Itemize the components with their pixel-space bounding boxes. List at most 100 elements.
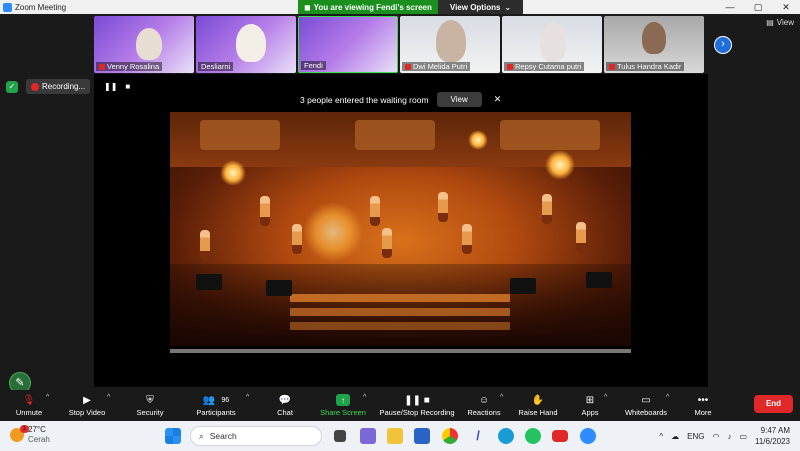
participant-gallery: Venny Rosalina Desliarni Fendi Dwi Melid…: [94, 16, 704, 73]
system-tray: ^ ☁ ENG ◠ ♪ ▭ 9:47 AM 11/6/2023: [659, 425, 790, 447]
youtube-icon[interactable]: [552, 430, 568, 442]
share-screen-icon: ↑: [336, 394, 350, 406]
share-options-caret[interactable]: ^: [363, 394, 366, 401]
participants-icon: 👥 96: [202, 394, 230, 406]
weather-badge: 1: [19, 425, 29, 433]
language-indicator[interactable]: ENG: [687, 432, 704, 441]
view-options-button[interactable]: View Options ⌄: [437, 0, 524, 14]
search-placeholder: Search: [209, 431, 237, 441]
edge-icon[interactable]: [498, 428, 514, 444]
pause-stop-recording-label: Pause/Stop Recording: [379, 408, 455, 417]
gallery-next-button[interactable]: ›: [714, 36, 732, 54]
more-label: More: [694, 408, 712, 417]
participant-name-tag: Fendi: [301, 61, 326, 70]
participant-tile[interactable]: Dwi Melida Putri: [400, 16, 500, 73]
participant-video: [436, 20, 466, 62]
wifi-icon[interactable]: ◠: [712, 432, 719, 441]
volume-icon[interactable]: ♪: [727, 432, 731, 441]
participants-count: 96: [221, 396, 230, 404]
more-button[interactable]: ••• More: [690, 390, 716, 421]
slash-app-icon[interactable]: /: [470, 428, 486, 444]
whiteboards-options-caret[interactable]: ^: [666, 394, 669, 401]
clock-date: 11/6/2023: [755, 437, 790, 446]
reactions-button[interactable]: ☺ Reactions: [466, 390, 502, 421]
dancer: [382, 228, 392, 258]
waiting-room-view-button[interactable]: View: [436, 92, 482, 107]
participants-options-caret[interactable]: ^: [246, 394, 249, 401]
stage-step: [290, 322, 510, 330]
weather-widget[interactable]: 1 27°C Cerah: [10, 425, 50, 445]
meeting-toolbar: 🎙 Unmute ^ ▶ Stop Video ^ ⛨ Security 👥 96…: [0, 390, 800, 421]
participant-name-tag: Dwi Melida Putri: [402, 62, 471, 71]
minimize-button[interactable]: —: [716, 0, 744, 14]
grid-icon: ▤: [766, 18, 774, 27]
recording-controls: ❚❚ ■: [104, 82, 130, 91]
apps-options-caret[interactable]: ^: [604, 394, 607, 401]
taskbar-search-box[interactable]: ⌕ Search: [190, 426, 322, 446]
shield-icon: ◼: [304, 2, 311, 12]
pause-stop-recording-button[interactable]: ❚❚ ■ Pause/Stop Recording: [378, 390, 456, 421]
dancer: [292, 224, 302, 254]
weather-temp: 27°C: [28, 425, 46, 434]
participant-tile[interactable]: Desliarni: [196, 16, 296, 73]
participant-tile[interactable]: Fendi: [298, 16, 398, 73]
participants-button[interactable]: 👥 96 Participants: [192, 390, 240, 421]
pause-recording-icon[interactable]: ❚❚: [104, 82, 117, 91]
whiteboards-button[interactable]: ▭ Whiteboards: [622, 390, 670, 421]
security-button[interactable]: ⛨ Security: [130, 390, 170, 421]
shared-screen: ❚❚ ■ 3 people entered the waiting room V…: [94, 74, 708, 387]
stop-video-button[interactable]: ▶ Stop Video: [62, 390, 112, 421]
participant-tile[interactable]: Tulus Handra Kadir: [604, 16, 704, 73]
raise-hand-button[interactable]: ✋ Raise Hand: [516, 390, 560, 421]
security-shield-icon: ⛨: [146, 394, 154, 406]
clock[interactable]: 9:47 AM 11/6/2023: [755, 425, 790, 447]
security-label: Security: [136, 408, 164, 417]
teams-chat-icon[interactable]: [360, 428, 376, 444]
word-icon[interactable]: [414, 428, 430, 444]
share-screen-button[interactable]: ↑ Share Screen: [318, 390, 368, 421]
windows-start-icon[interactable]: [165, 428, 181, 444]
audio-options-caret[interactable]: ^: [46, 394, 49, 401]
tray-overflow-icon[interactable]: ^: [659, 432, 663, 441]
maximize-button[interactable]: ▢: [744, 0, 772, 14]
close-notification-button[interactable]: ✕: [494, 94, 502, 105]
stop-recording-icon[interactable]: ■: [125, 82, 130, 91]
mic-muted-icon: [99, 63, 105, 70]
video-scroll-bar[interactable]: [170, 349, 631, 353]
whatsapp-icon[interactable]: [525, 428, 541, 444]
more-dots-icon: •••: [697, 394, 709, 406]
participant-tile[interactable]: Repsy Cutama putri: [502, 16, 602, 73]
stage-speaker: [586, 272, 612, 288]
unmute-button[interactable]: 🎙 Unmute: [10, 390, 48, 421]
stage-ornament: [355, 120, 435, 150]
view-layout-button[interactable]: ▤ View: [766, 18, 794, 27]
participant-name: Desliarni: [201, 62, 231, 71]
chrome-icon[interactable]: [442, 428, 458, 444]
participant-name: Tulus Handra Kadir: [617, 62, 682, 71]
mic-muted-icon: [405, 63, 411, 70]
apps-button[interactable]: ⊞ Apps: [578, 390, 602, 421]
reactions-options-caret[interactable]: ^: [500, 394, 503, 401]
participant-name-tag: Tulus Handra Kadir: [606, 62, 685, 71]
dancer: [462, 224, 472, 254]
task-view-icon[interactable]: [334, 430, 346, 442]
dancer: [542, 194, 552, 224]
end-meeting-button[interactable]: End: [754, 395, 793, 413]
chat-button[interactable]: 💬 Chat: [270, 390, 300, 421]
window-controls: — ▢ ✕: [716, 0, 800, 14]
mic-off-icon: 🎙: [22, 394, 36, 406]
stage-speaker: [510, 278, 536, 294]
participant-tile[interactable]: Venny Rosalina: [94, 16, 194, 73]
close-window-button[interactable]: ✕: [772, 0, 800, 14]
participant-video: [236, 24, 266, 62]
battery-icon[interactable]: ▭: [739, 432, 747, 441]
video-options-caret[interactable]: ^: [107, 394, 110, 401]
file-explorer-icon[interactable]: [387, 428, 403, 444]
encryption-shield-icon[interactable]: ✓: [6, 81, 18, 93]
recording-indicator[interactable]: Recording...: [26, 79, 91, 94]
zoom-taskbar-icon[interactable]: [580, 428, 596, 444]
video-camera-icon: ▶: [83, 394, 91, 406]
onedrive-icon[interactable]: ☁: [671, 432, 679, 441]
meeting-area: ▤ View Venny Rosalina Desliarni Fendi Dw…: [0, 14, 800, 394]
app-title: Zoom Meeting: [15, 2, 67, 12]
